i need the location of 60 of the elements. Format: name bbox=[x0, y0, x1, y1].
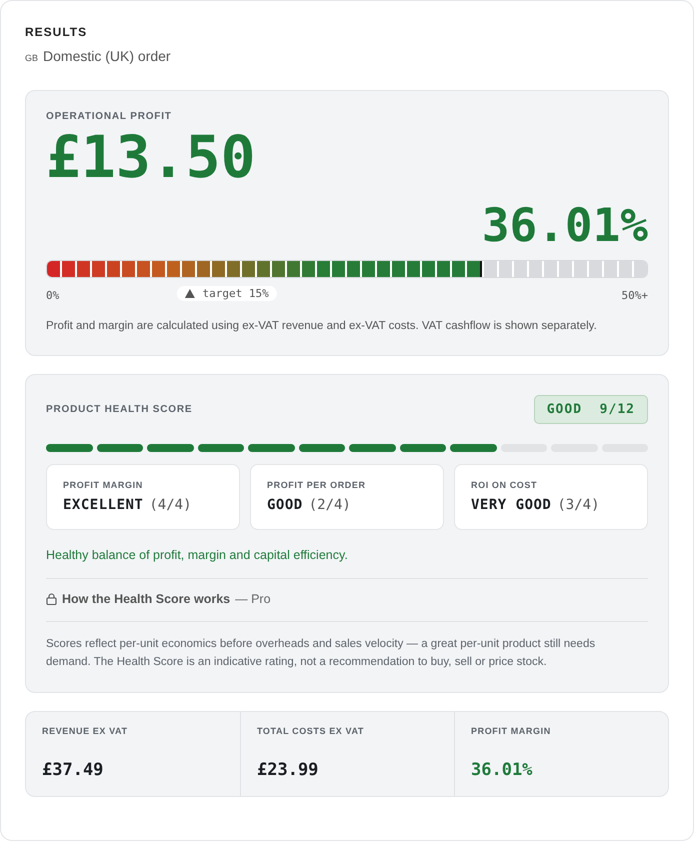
meter-fill bbox=[197, 261, 210, 277]
scale-min: 0% bbox=[46, 288, 60, 302]
results-title: RESULTS bbox=[25, 25, 88, 39]
metric-score: (4/4) bbox=[149, 497, 192, 514]
meter-fill bbox=[437, 261, 450, 277]
meter-fill bbox=[92, 261, 105, 277]
country-code: GB bbox=[25, 53, 38, 63]
target-label: target 15% bbox=[202, 287, 269, 300]
meter-fill bbox=[167, 261, 180, 277]
meter-fill bbox=[62, 261, 75, 277]
metric-rating: GOOD bbox=[267, 497, 303, 514]
health-badge: GOOD 9/12 bbox=[534, 395, 648, 424]
health-score-link[interactable]: How the Health Score works bbox=[62, 592, 230, 606]
total-label: PROFIT MARGIN bbox=[471, 726, 552, 736]
profit-margin: 36.01% bbox=[480, 202, 648, 248]
meter-fill bbox=[227, 261, 240, 277]
meter-fill bbox=[77, 261, 90, 277]
meter-fill bbox=[452, 261, 465, 277]
order-type: Domestic (UK) order bbox=[43, 48, 171, 64]
pro-tag: — Pro bbox=[235, 592, 271, 606]
metric-rating: EXCELLENT bbox=[63, 497, 144, 514]
metric-label: ROI ON COST bbox=[471, 480, 538, 490]
meter-fill bbox=[392, 261, 405, 277]
meter-fill bbox=[407, 261, 420, 277]
meter-fill bbox=[257, 261, 270, 277]
health-disclaimer: Scores reflect per-unit economics before overheads and sales velocity — a great per-unit product still needs demand. The Health Score is an indicative rating, not a recommendation to buy, sell or price stock. bbox=[46, 637, 596, 670]
meter-fill bbox=[317, 261, 330, 277]
scale-max: 50%+ bbox=[622, 288, 648, 302]
total-value: £23.99 bbox=[257, 760, 320, 780]
total-value: £37.49 bbox=[42, 760, 104, 780]
health-title: PRODUCT HEALTH SCORE bbox=[46, 404, 192, 416]
vat-note: Profit and margin are calculated using ex-VAT revenue and ex-VAT costs. VAT cashflow is shown separately. bbox=[46, 319, 598, 334]
metric-rating: VERY GOOD bbox=[471, 497, 552, 514]
health-summary: Healthy balance of profit, margin and capital efficiency. bbox=[46, 548, 648, 580]
meter-fill bbox=[212, 261, 225, 277]
metric-label: PROFIT MARGIN bbox=[63, 480, 144, 490]
meter-fill bbox=[272, 261, 285, 277]
triangle-icon bbox=[184, 289, 194, 298]
meter-fill bbox=[107, 261, 120, 277]
meter-fill bbox=[182, 261, 195, 277]
meter-fill bbox=[422, 261, 435, 277]
metric-score: (3/4) bbox=[557, 497, 600, 514]
total-value: 36.01% bbox=[471, 760, 534, 780]
profit-amount: £13.50 bbox=[46, 128, 257, 186]
meter-fill bbox=[347, 261, 360, 277]
meter-fill bbox=[122, 261, 135, 277]
profit-label: OPERATIONAL PROFIT bbox=[46, 111, 173, 122]
meter-fill bbox=[362, 261, 375, 277]
total-label: TOTAL COSTS EX VAT bbox=[257, 726, 365, 736]
metric-score: (2/4) bbox=[308, 497, 351, 514]
meter-fill bbox=[332, 261, 345, 277]
meter-fill bbox=[287, 261, 300, 277]
metric-label: PROFIT PER ORDER bbox=[267, 480, 367, 490]
meter-fill bbox=[152, 261, 165, 277]
meter-fill bbox=[47, 261, 60, 277]
meter-fill bbox=[137, 261, 150, 277]
meter-fill bbox=[302, 261, 315, 277]
total-label: REVENUE EX VAT bbox=[42, 726, 129, 736]
meter-fill bbox=[377, 261, 390, 277]
meter-fill bbox=[242, 261, 255, 277]
